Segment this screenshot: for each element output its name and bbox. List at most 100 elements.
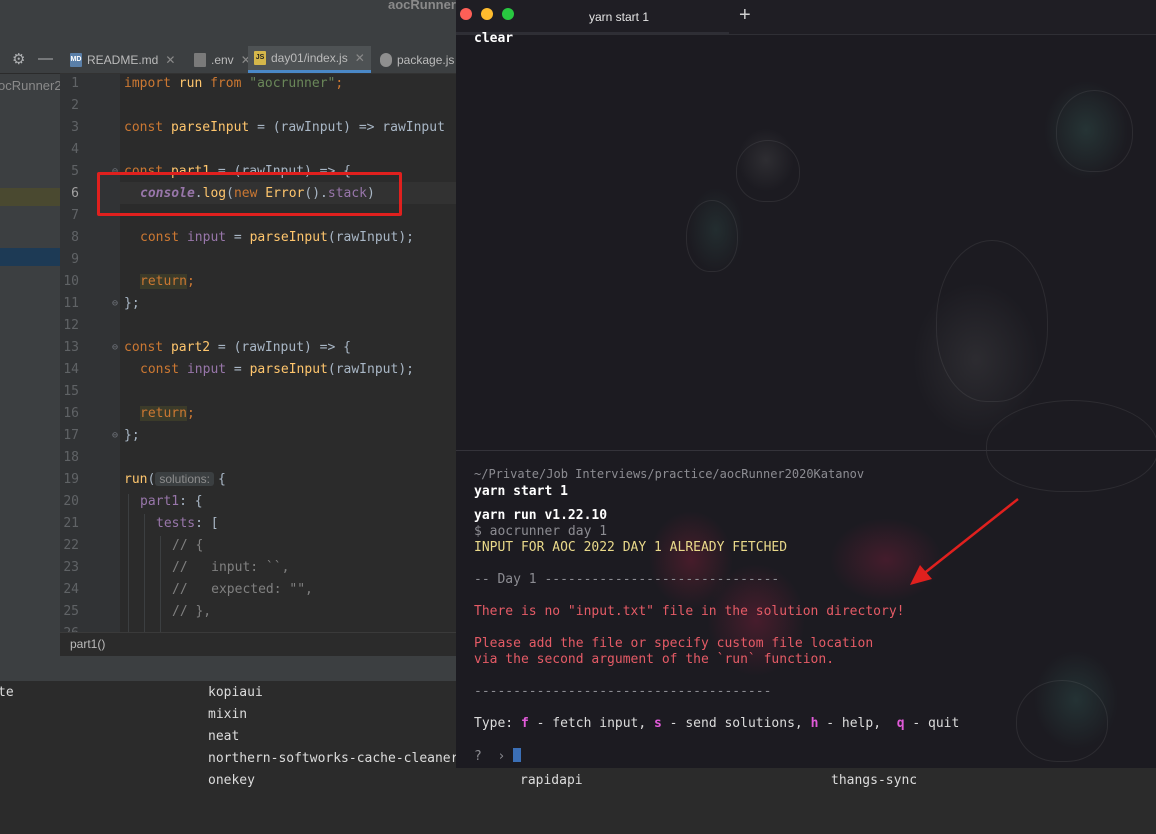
- day-header: -- Day 1 ------------------------------: [474, 572, 780, 587]
- footer-separator: --------------------------------------: [474, 684, 772, 699]
- parameter-hint: solutions:: [155, 472, 215, 486]
- minimize-panel-icon[interactable]: —: [38, 50, 53, 67]
- line-number: 25: [63, 604, 79, 619]
- working-directory: ~/Private/Job Interviews/practice/aocRun…: [474, 467, 865, 481]
- project-toolbar: ⚙ —: [0, 46, 60, 74]
- code-line-20: run(solutions:{: [124, 472, 226, 487]
- code-line-16: return;: [140, 406, 195, 421]
- code-line-8: const input = parseInput(rawInput);: [140, 230, 414, 245]
- line-number-current: 6: [71, 186, 79, 201]
- tab-label: day01/index.js: [271, 51, 348, 65]
- line-number: 21: [63, 516, 79, 531]
- new-tab-button[interactable]: +: [739, 4, 751, 27]
- list-item[interactable]: northern-softworks-cache-cleaner: [208, 751, 458, 766]
- line-number: 4: [71, 142, 79, 157]
- list-item[interactable]: te: [0, 685, 14, 700]
- list-item[interactable]: mixin: [208, 707, 247, 722]
- hint-line-2: via the second argument of the `run` fun…: [474, 652, 835, 667]
- indent-guide: [160, 536, 161, 632]
- terminal-window[interactable]: yarn start 1 + clear ~/Private/Job Inter…: [456, 0, 1156, 768]
- previous-command: clear: [474, 31, 514, 46]
- breadcrumb-bar: part1(): [60, 632, 456, 657]
- line-number: 3: [71, 120, 79, 135]
- code-editor[interactable]: 1 2 3 4 5 6 7 8 9 10 11 12 13 14 15 16 1…: [60, 74, 456, 632]
- editor-tabs: MD README.md ✕ .env ✕ JS day01/index.js …: [60, 46, 456, 74]
- line-number: 7: [71, 208, 79, 223]
- terminal-tab-label[interactable]: yarn start 1: [589, 10, 649, 24]
- line-number: 23: [63, 560, 79, 575]
- markdown-file-icon: MD: [70, 52, 82, 67]
- code-line-14: const input = parseInput(rawInput);: [140, 362, 414, 377]
- line-number: 1: [71, 76, 79, 91]
- close-window-button[interactable]: [460, 8, 472, 20]
- fold-icon[interactable]: ⊖: [112, 342, 118, 353]
- annotation-arrow-icon: [910, 498, 1019, 585]
- line-number: 5: [71, 164, 79, 179]
- terminal-titlebar: yarn start 1 +: [456, 0, 1156, 35]
- indent-guide: [144, 514, 145, 632]
- code-line-22: tests: [: [156, 516, 219, 531]
- line-number: 14: [63, 362, 79, 377]
- tab-env[interactable]: .env ✕: [188, 46, 257, 73]
- line-number: 16: [63, 406, 79, 421]
- tab-label: package.js: [397, 52, 455, 67]
- ide-window-title: aocRunner: [388, 0, 456, 12]
- code-line-13: const part2 = (rawInput) => {: [124, 340, 351, 355]
- fold-icon[interactable]: ⊖: [112, 430, 118, 441]
- line-number: 19: [63, 472, 79, 487]
- background-jellyfish: [686, 200, 738, 272]
- ide-titlebar: aocRunner: [0, 0, 456, 46]
- close-icon[interactable]: ✕: [165, 53, 175, 67]
- background-jellyfish: [986, 400, 1156, 492]
- annotation-highlight-box: [97, 172, 402, 216]
- breadcrumb[interactable]: part1(): [70, 637, 105, 651]
- line-number: 22: [63, 538, 79, 553]
- line-number: 17: [63, 428, 79, 443]
- background-jellyfish: [936, 240, 1048, 402]
- code-line-21: part1: {: [140, 494, 203, 509]
- code-line-3: const parseInput = (rawInput) => rawInpu…: [124, 120, 445, 135]
- list-item[interactable]: onekey: [208, 773, 255, 788]
- maximize-window-button[interactable]: [502, 8, 514, 20]
- code-line-25: // expected: "",: [172, 582, 313, 597]
- tab-package-json[interactable]: package.js: [374, 46, 456, 73]
- project-tree-row[interactable]: [0, 188, 60, 206]
- code-line-1: import run from "aocrunner";: [124, 76, 344, 91]
- line-number: 15: [63, 384, 79, 399]
- list-item[interactable]: neat: [208, 729, 239, 744]
- runner-command: $ aocrunner day 1: [474, 524, 608, 539]
- package-json-icon: [380, 52, 392, 67]
- code-line-26: // },: [172, 604, 212, 619]
- project-root-label[interactable]: ocRunner2: [0, 78, 62, 93]
- code-line-24: // input: ``,: [172, 560, 290, 575]
- line-number: 9: [71, 252, 79, 267]
- code-line-17: };: [124, 428, 140, 443]
- background-jellyfish: [1016, 680, 1108, 762]
- list-item[interactable]: rapidapi: [520, 773, 583, 788]
- minimize-window-button[interactable]: [481, 8, 493, 20]
- command-separator: [456, 450, 1156, 451]
- tab-label: .env: [211, 52, 234, 67]
- input-prompt[interactable]: ? ›: [474, 748, 522, 764]
- line-number: 18: [63, 450, 79, 465]
- line-number: 12: [63, 318, 79, 333]
- code-line-10: return;: [140, 274, 195, 289]
- close-icon[interactable]: ✕: [355, 51, 365, 65]
- fold-icon[interactable]: ⊖: [112, 298, 118, 309]
- bottom-panel-header: [0, 656, 456, 681]
- gear-icon[interactable]: ⚙: [12, 50, 25, 68]
- command-text: yarn start 1: [474, 484, 568, 499]
- error-message: There is no "input.txt" file in the solu…: [474, 604, 905, 619]
- line-number: 24: [63, 582, 79, 597]
- tab-readme[interactable]: MD README.md ✕: [64, 46, 181, 73]
- line-number: 20: [63, 494, 79, 509]
- list-item[interactable]: kopiaui: [208, 685, 263, 700]
- list-item[interactable]: thangs-sync: [831, 773, 917, 788]
- js-file-icon: JS: [254, 51, 266, 65]
- text-cursor: [513, 748, 522, 762]
- tab-day01-index[interactable]: JS day01/index.js ✕: [248, 46, 371, 73]
- code-line-23: // {: [172, 538, 204, 553]
- project-tree-row-selected[interactable]: [0, 248, 60, 266]
- code-line-11: };: [124, 296, 140, 311]
- fetched-message: INPUT FOR AOC 2022 DAY 1 ALREADY FETCHED: [474, 540, 788, 555]
